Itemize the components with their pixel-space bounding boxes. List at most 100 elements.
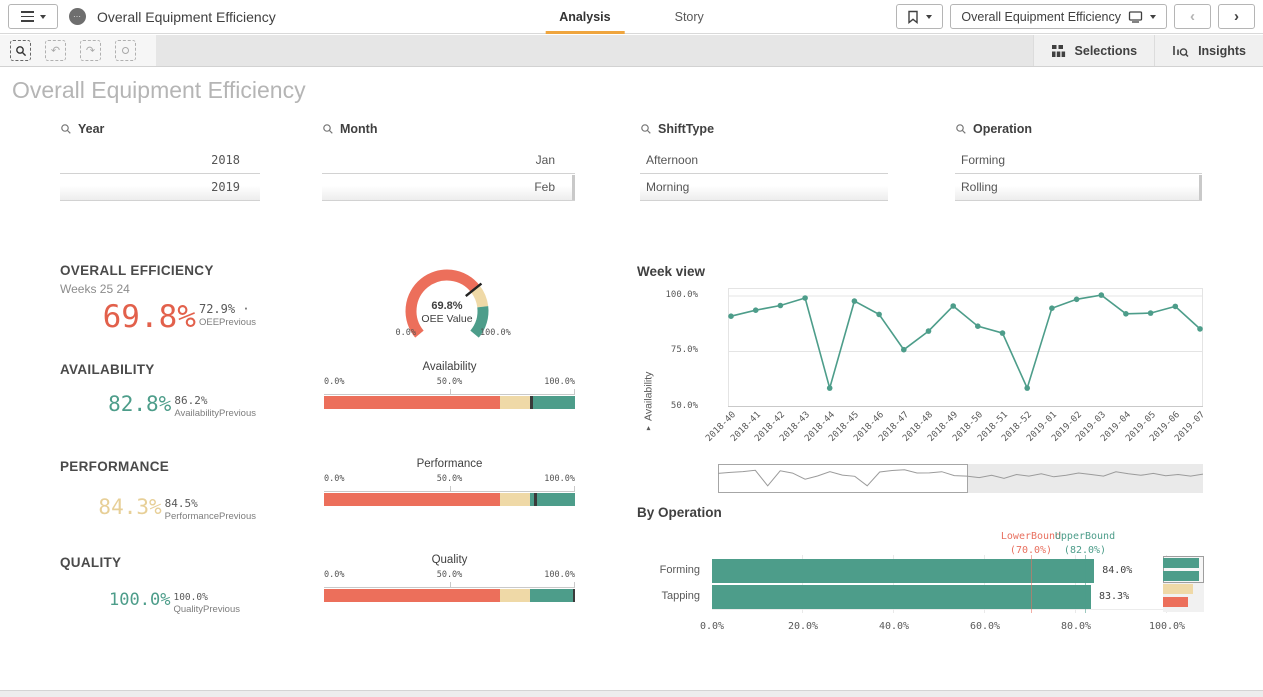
minimap-bar [1163, 584, 1193, 594]
axis-tick-label: 50.0% [437, 570, 463, 580]
x-axis-tick-label: 0.0% [700, 621, 724, 632]
bullet-chart-availability[interactable]: Availability 0.0% 50.0% 100.0% [324, 361, 575, 409]
kpi-overall-efficiency[interactable]: 69.8% 72.9% OEEPrevious [60, 302, 256, 333]
data-point[interactable] [1123, 311, 1129, 317]
kpi-heading-overall-efficiency: OVERALL EFFICIENCY [60, 263, 214, 278]
data-point[interactable] [1173, 304, 1179, 310]
bullet-segment [530, 589, 575, 602]
kpi-previous-block: 86.2% AvailabilityPrevious [174, 395, 256, 420]
kpi-availability[interactable]: 82.8% 86.2% AvailabilityPrevious [60, 394, 256, 420]
filter-month: Month Jan Feb [322, 120, 575, 201]
filter-header[interactable]: Operation [955, 120, 1202, 138]
smart-search-icon[interactable] [10, 40, 31, 61]
bullet-axis [324, 582, 575, 588]
data-point[interactable] [802, 295, 808, 301]
bullet-bar[interactable] [324, 493, 575, 506]
filter-header[interactable]: Month [322, 120, 575, 138]
selections-button[interactable]: Selections [1033, 35, 1155, 66]
bullet-chart-quality[interactable]: Quality 0.0% 50.0% 100.0% [324, 554, 575, 602]
axis-tick-label: 0.0% [324, 570, 344, 580]
clear-selections-icon[interactable] [115, 40, 136, 61]
data-point[interactable] [852, 298, 858, 304]
filter-value[interactable]: Rolling [955, 174, 1202, 201]
minimap-bar [1163, 571, 1199, 581]
kpi-previous-label: PerformancePrevious [165, 511, 256, 523]
data-point[interactable] [901, 347, 907, 353]
kpi-performance[interactable]: 84.3% 84.5% PerformancePrevious [60, 497, 256, 523]
axis-tick-label: 100.0% [544, 474, 575, 484]
step-forward-icon[interactable]: ↷ [80, 40, 101, 61]
sheet-selector-button[interactable]: Overall Equipment Efficiency [950, 4, 1167, 29]
filter-value[interactable]: Forming [955, 147, 1202, 174]
tab-story[interactable]: Story [669, 0, 710, 34]
data-point[interactable] [827, 385, 833, 391]
data-point[interactable] [1148, 310, 1154, 316]
data-point[interactable] [1074, 297, 1080, 303]
tab-analysis[interactable]: Analysis [553, 0, 616, 34]
insights-button[interactable]: Insights [1154, 35, 1263, 66]
data-point[interactable] [1049, 305, 1055, 311]
kpi-previous-block: 100.0% QualityPrevious [173, 593, 240, 616]
search-icon [322, 123, 334, 135]
bar-tapping[interactable] [712, 585, 1091, 609]
filter-value[interactable]: 2019 [60, 174, 260, 201]
data-point[interactable] [926, 328, 932, 334]
filter-value[interactable]: Morning [640, 174, 888, 201]
data-point[interactable] [876, 312, 882, 318]
data-point[interactable] [753, 307, 759, 313]
next-sheet-button[interactable]: › [1218, 4, 1255, 29]
data-point[interactable] [1000, 330, 1006, 336]
filter-values: 2018 2019 [60, 147, 260, 201]
data-point[interactable] [728, 313, 734, 319]
bottom-scrollbar-strip[interactable] [0, 690, 1263, 697]
bullet-bar[interactable] [324, 589, 575, 602]
data-point[interactable] [1099, 292, 1105, 298]
week-view-line-chart[interactable] [728, 288, 1203, 407]
axis-tick-label: 50.0% [437, 377, 463, 387]
reference-line [1085, 555, 1086, 613]
data-point[interactable] [778, 303, 784, 309]
scrollbar-thumb[interactable] [572, 175, 575, 200]
bar-category-label[interactable]: Forming [660, 564, 700, 576]
bullet-chart-performance[interactable]: Performance 0.0% 50.0% 100.0% [324, 458, 575, 506]
oee-gauge-chart[interactable]: 69.8%OEE Value0.0%100.0% [395, 265, 585, 350]
x-axis-tick-label: 100.0% [1149, 621, 1185, 632]
reference-line [1031, 555, 1032, 613]
chevron-down-icon [926, 15, 932, 19]
filter-header[interactable]: ShiftType [640, 120, 888, 138]
by-operation-bar-chart[interactable]: 84.0%83.3% [712, 558, 1167, 610]
by-operation-title: By Operation [637, 505, 722, 520]
kpi-quality[interactable]: 100.0% 100.0% QualityPrevious [60, 592, 240, 616]
bar-category-label[interactable]: Tapping [661, 590, 700, 602]
kpi-previous-value: 72.9% [199, 303, 256, 317]
bullet-bar[interactable] [324, 396, 575, 409]
data-point[interactable] [950, 303, 956, 309]
filter-value[interactable]: Afternoon [640, 147, 888, 174]
previous-sheet-button[interactable]: ‹ [1174, 4, 1211, 29]
bar-value-label: 83.3% [1099, 591, 1129, 602]
data-point[interactable] [975, 323, 981, 329]
kpi-previous-label: QualityPrevious [173, 604, 240, 616]
kpi-heading-performance: PERFORMANCE [60, 459, 169, 474]
filter-value[interactable]: 2018 [60, 147, 260, 174]
filter-value[interactable]: Jan [322, 147, 575, 174]
filter-values: Forming Rolling [955, 147, 1202, 201]
bookmarks-button[interactable] [896, 4, 943, 29]
bullet-axis-labels: 0.0% 50.0% 100.0% [324, 474, 575, 486]
sheet-content: Overall Equipment Efficiency Year 2018 2… [0, 68, 1263, 690]
bullet-axis-labels: 0.0% 50.0% 100.0% [324, 570, 575, 582]
data-point[interactable] [1024, 385, 1030, 391]
filter-header[interactable]: Year [60, 120, 260, 138]
week-view-title: Week view [637, 264, 705, 279]
selection-tools: ↶ ↷ [0, 35, 156, 66]
kpi-value: 100.0% [109, 592, 170, 609]
bar-forming[interactable] [712, 559, 1094, 583]
step-back-icon[interactable]: ↶ [45, 40, 66, 61]
scrollbar-thumb[interactable] [1199, 175, 1202, 200]
app-title: Overall Equipment Efficiency [97, 9, 276, 25]
data-point[interactable] [1197, 326, 1203, 332]
by-operation-minimap[interactable] [1163, 556, 1204, 612]
global-menu-button[interactable] [8, 4, 58, 29]
week-view-minimap[interactable] [718, 464, 1203, 493]
filter-value[interactable]: Feb [322, 174, 575, 201]
